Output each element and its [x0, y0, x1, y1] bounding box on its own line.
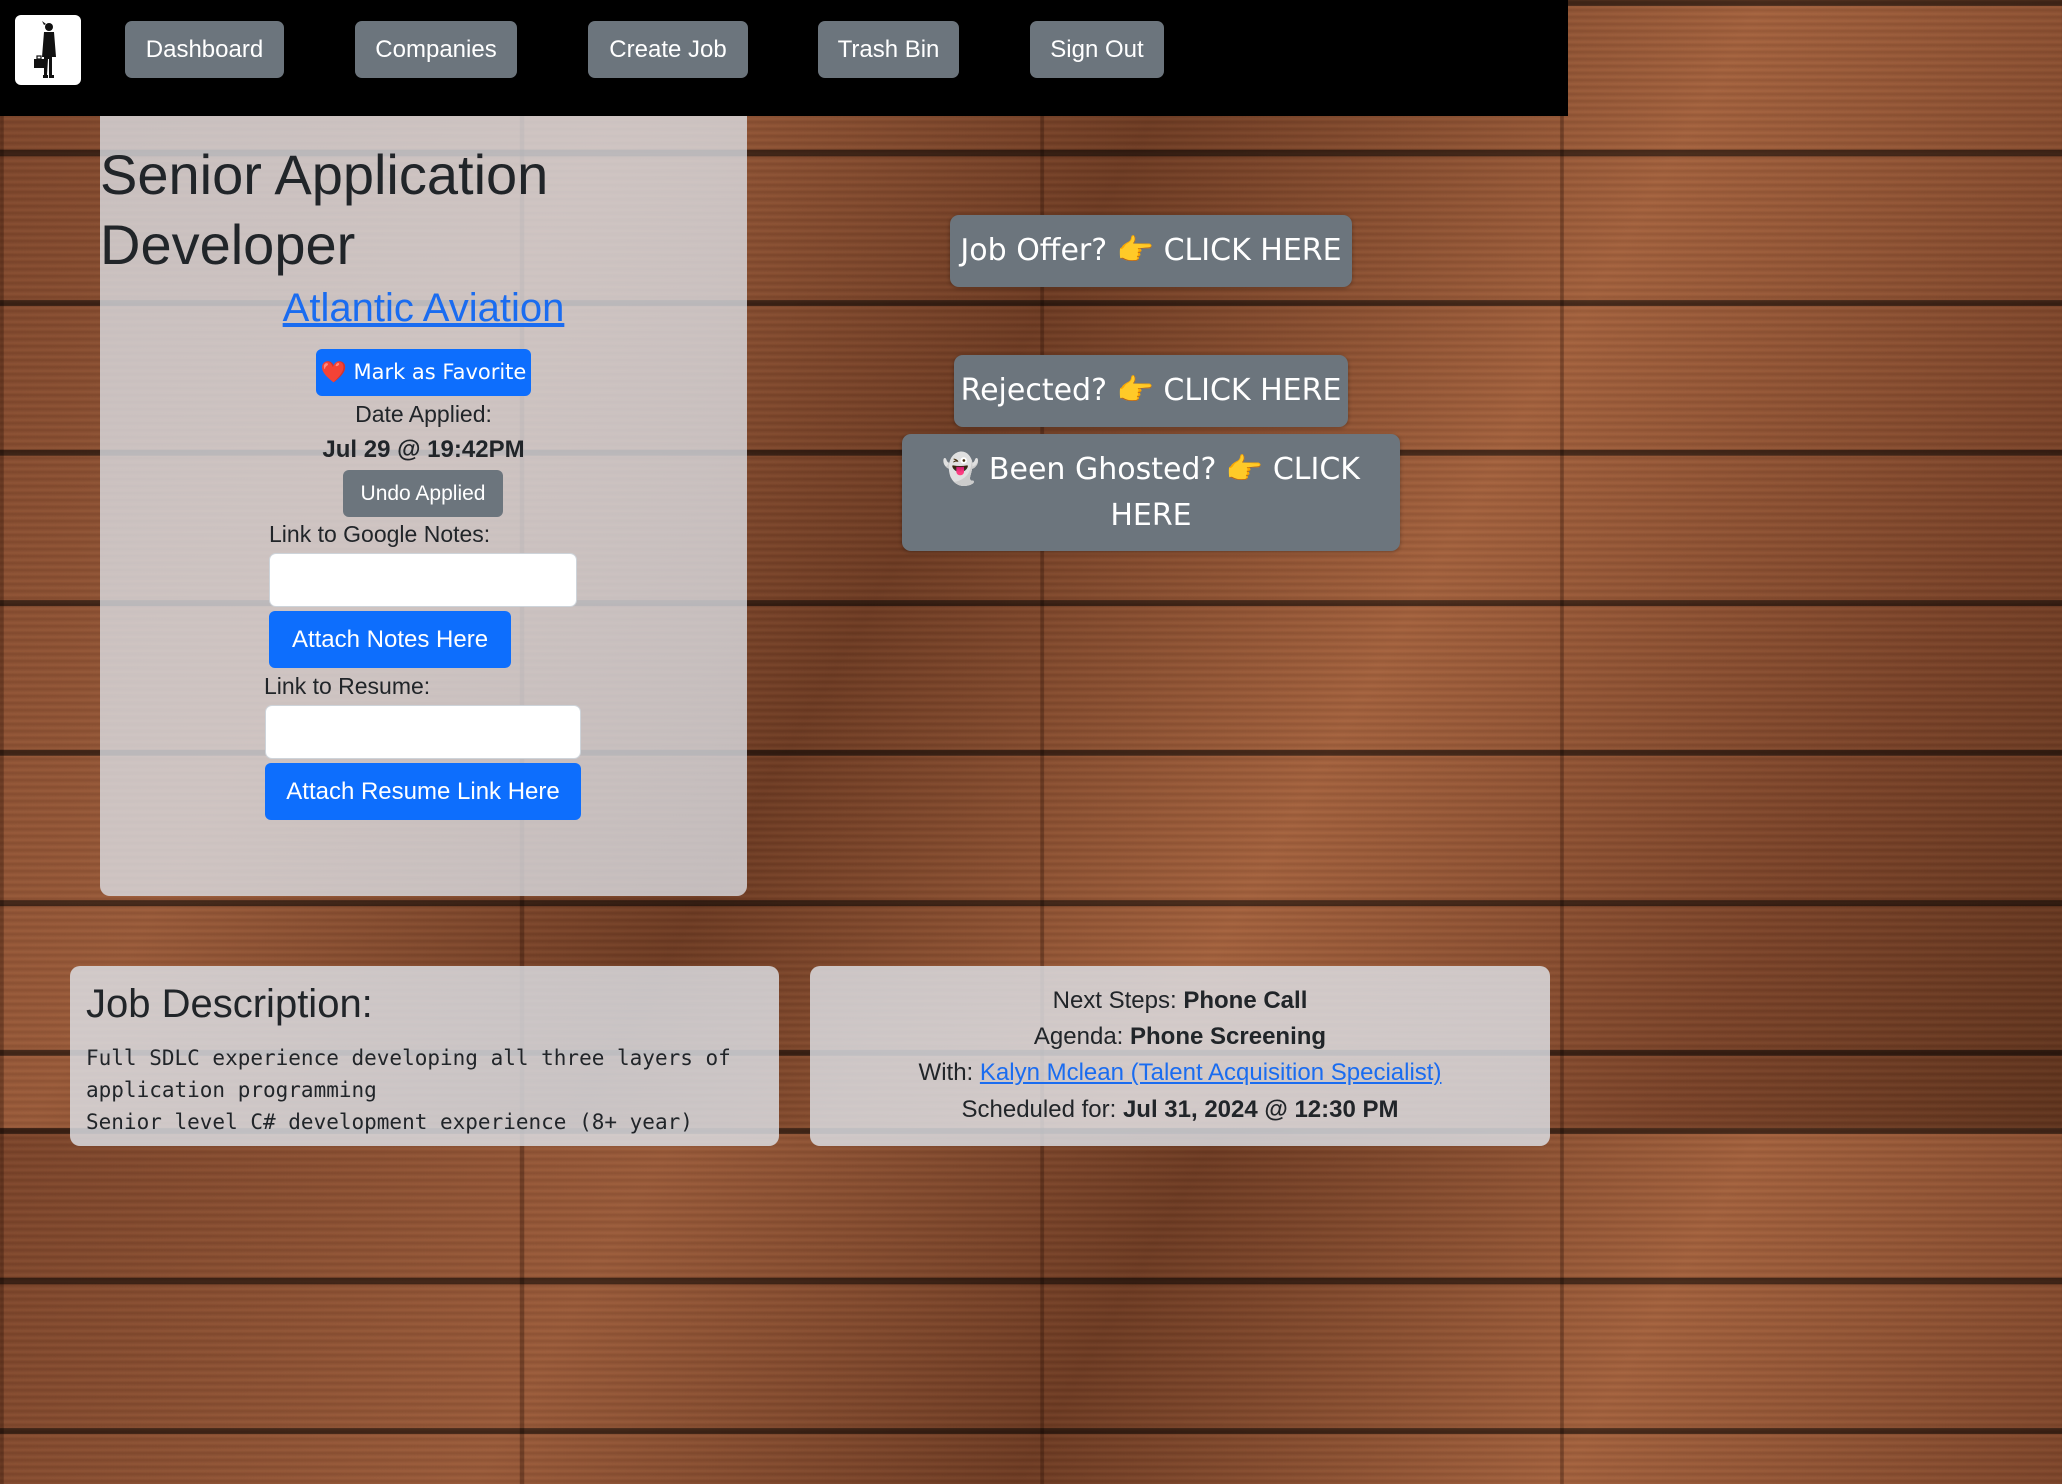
nav-sign-out-button[interactable]: Sign Out	[1030, 21, 1164, 78]
job-offer-button[interactable]: Job Offer? 👉 CLICK HERE	[950, 215, 1352, 287]
date-applied-value: Jul 29 @ 19:42PM	[322, 436, 525, 463]
undo-applied-button[interactable]: Undo Applied	[343, 470, 503, 517]
mark-favorite-button[interactable]: ❤️ Mark as Favorite	[316, 349, 531, 396]
next-steps-value: Phone Call	[1183, 987, 1308, 1014]
agenda-row: Agenda: Phone Screening	[810, 1023, 1550, 1051]
rejected-button[interactable]: Rejected? 👉 CLICK HERE	[954, 355, 1348, 427]
scheduled-label: Scheduled for:	[961, 1096, 1117, 1123]
job-description-heading: Job Description:	[86, 982, 373, 1026]
google-notes-label: Link to Google Notes:	[269, 521, 491, 547]
agenda-label: Agenda:	[1033, 1023, 1124, 1050]
ghosted-button-line2: HERE	[1110, 497, 1192, 533]
scheduled-value: Jul 31, 2024 @ 12:30 PM	[1122, 1096, 1399, 1123]
google-notes-input[interactable]	[269, 553, 577, 607]
job-title: Senior Application Developer	[100, 143, 549, 276]
next-steps-label: Next Steps:	[1052, 987, 1177, 1014]
agenda-value: Phone Screening	[1130, 1023, 1327, 1050]
with-row: With: Kalyn Mclean (Talent Acquisition S…	[810, 1059, 1550, 1087]
ghosted-button[interactable]: 👻 Been Ghosted? 👉 CLICK HERE	[902, 434, 1400, 551]
scheduled-row: Scheduled for: Jul 31, 2024 @ 12:30 PM	[810, 1096, 1550, 1124]
contact-link[interactable]: Kalyn Mclean (Talent Acquisition Special…	[980, 1059, 1442, 1086]
job-description-body: Full SDLC experience developing all thre…	[86, 1046, 731, 1134]
nav-dashboard-button[interactable]: Dashboard	[125, 21, 284, 78]
company-link[interactable]: Atlantic Aviation	[100, 286, 747, 331]
nav-create-job-button[interactable]: Create Job	[588, 21, 748, 78]
ghosted-button-line1: 👻 Been Ghosted? 👉 CLICK	[942, 451, 1360, 487]
date-applied-label: Date Applied:	[355, 401, 492, 427]
nav-companies-button[interactable]: Companies	[355, 21, 517, 78]
next-steps-row: Next Steps: Phone Call	[810, 987, 1550, 1015]
attach-notes-button[interactable]: Attach Notes Here	[269, 611, 511, 668]
nav-trash-bin-button[interactable]: Trash Bin	[818, 21, 959, 78]
navbar: Dashboard Companies Create Job Trash Bin…	[0, 0, 1568, 116]
attach-resume-button[interactable]: Attach Resume Link Here	[265, 763, 581, 820]
resume-label: Link to Resume:	[264, 673, 431, 699]
with-label: With:	[918, 1059, 974, 1086]
businessman-logo-icon[interactable]	[15, 15, 81, 85]
resume-link-input[interactable]	[265, 705, 581, 759]
